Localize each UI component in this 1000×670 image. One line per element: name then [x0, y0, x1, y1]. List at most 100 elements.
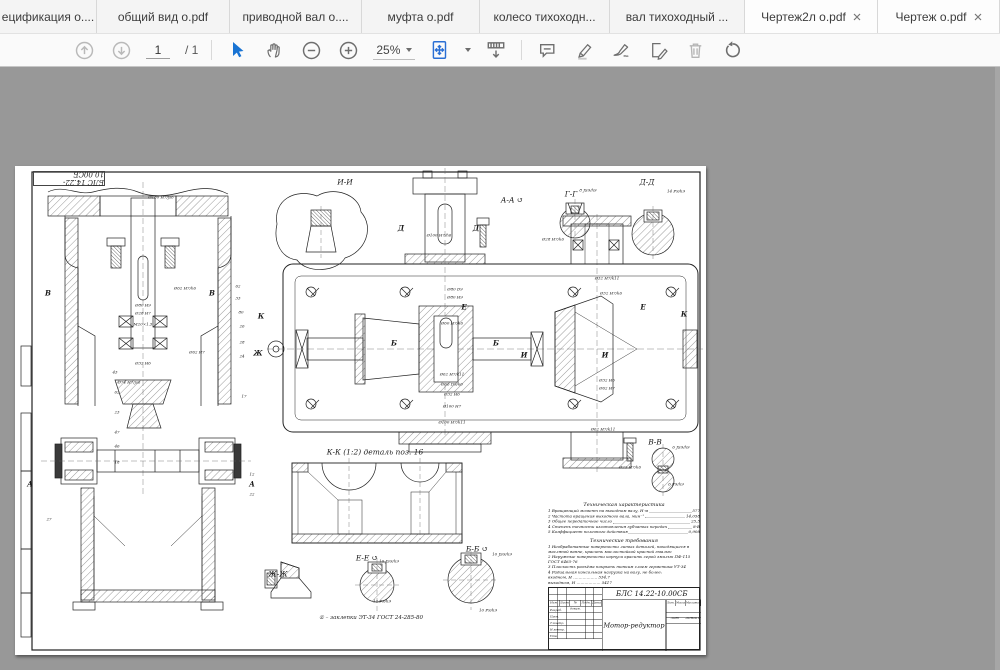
- section-letter: А: [27, 480, 33, 489]
- dimension-label: 12 P9/h9: [373, 599, 391, 604]
- tab-specification[interactable]: ецификация о....: [0, 0, 97, 33]
- edit-stamp-button[interactable]: [646, 38, 670, 62]
- balloon-number: 17: [241, 394, 246, 399]
- tab-label: Чертеж o.pdf: [895, 10, 966, 24]
- dimension-label: Ø28 H7: [135, 311, 151, 316]
- balloon-number: 43: [112, 370, 117, 375]
- chevron-down-icon[interactable]: [465, 48, 471, 52]
- dimension-label: 8 JS9/h9: [579, 188, 596, 193]
- view-label: Е-Е ↺: [356, 554, 378, 563]
- previous-page-button[interactable]: [72, 38, 96, 62]
- balloon-number: 26: [239, 324, 244, 329]
- page-display-options-button[interactable]: [428, 38, 452, 62]
- toolbar: / 1 25%: [0, 34, 1000, 67]
- section-letter: К: [681, 310, 687, 319]
- vertical-scrollbar[interactable]: [995, 67, 1000, 670]
- balloon-number: 22: [249, 492, 254, 497]
- dimension-label: 6 JS9/h9: [672, 445, 689, 450]
- annotation-layer: И-ИА-А ↺Г-ГД-ДВ-ВК-К (1:2) деталь поз. 1…: [15, 166, 706, 655]
- dimension-label: Ø32 H7/k6: [600, 291, 622, 296]
- toolbar-separator: [521, 40, 522, 60]
- balloon-number: 18: [114, 460, 119, 465]
- section-letter: Б: [493, 339, 499, 348]
- dimension-label: Ø62 H7: [189, 350, 205, 355]
- dimension-label: Ø100 H7/k11: [438, 420, 465, 425]
- trash-button[interactable]: [683, 38, 707, 62]
- dimension-label: Ø32 H6: [135, 361, 151, 366]
- tab-general-view[interactable]: общий вид o.pdf: [97, 0, 230, 33]
- balloon-number: 28: [239, 340, 244, 345]
- balloon-number: 62: [114, 390, 119, 395]
- dimension-label: Ø100 H7/h6: [427, 233, 452, 238]
- tab-label: общий вид o.pdf: [118, 10, 208, 24]
- toolbar-separator: [211, 40, 212, 60]
- balloon-number: 47: [114, 430, 119, 435]
- view-label: Ж-Ж: [268, 570, 287, 579]
- balloon-number: 23: [114, 410, 119, 415]
- tab-bar: ецификация о.... общий вид o.pdf приводн…: [0, 0, 1000, 34]
- view-label: И-И: [337, 178, 353, 187]
- dimension-label: Ø62 H7: [599, 386, 615, 391]
- page-count-label: / 1: [185, 43, 198, 57]
- tab-close-icon[interactable]: [853, 13, 861, 21]
- tab-label: колесо тихоходн...: [493, 10, 595, 24]
- section-letter: В: [45, 289, 51, 298]
- zoom-out-button[interactable]: [299, 38, 323, 62]
- tab-close-icon[interactable]: [974, 13, 982, 21]
- dimension-label: Ø60 H7/k6: [441, 321, 463, 326]
- section-letter: Д: [398, 224, 404, 233]
- balloon-number: 24: [239, 354, 244, 359]
- view-label: Д-Д: [640, 178, 655, 187]
- rotate-view-button[interactable]: [720, 38, 744, 62]
- comment-tool-button[interactable]: [535, 38, 559, 62]
- view-label: Б-Б ↺: [466, 545, 488, 554]
- dimension-label: Ø32 H6: [599, 378, 615, 383]
- tab-label: муфта o.pdf: [388, 10, 454, 24]
- dimension-label: Ø32 H6: [444, 392, 460, 397]
- balloon-number: 80: [238, 310, 243, 315]
- tab-drive-shaft[interactable]: приводной вал о....: [230, 0, 362, 33]
- zoom-level-value: 25%: [376, 43, 400, 57]
- next-page-button[interactable]: [109, 38, 133, 62]
- zoom-level-dropdown[interactable]: 25%: [373, 41, 415, 60]
- dimension-label: Ø62 H7/k11: [440, 372, 465, 377]
- section-letter: Ж: [253, 349, 262, 358]
- hand-tool-button[interactable]: [262, 38, 286, 62]
- dimension-label: Ø100 H7: [443, 404, 461, 409]
- dimension-label: 10 JS9/h9: [379, 559, 399, 564]
- tab-slow-shaft[interactable]: вал тихоходный ...: [610, 0, 745, 33]
- tab-drawing-2l[interactable]: Чертеж2л o.pdf: [745, 0, 878, 33]
- pdf-page: БЛС 14.22-10.00СБ Техническая характерис…: [15, 166, 706, 655]
- dimension-label: Ø66 D9/k6: [441, 382, 463, 387]
- view-label: В-В: [648, 438, 662, 447]
- section-letter: Д: [473, 224, 479, 233]
- tab-label: вал тихоходный ...: [626, 10, 728, 24]
- dimension-label: Ø74 H7/js6: [118, 380, 141, 385]
- tab-wheel[interactable]: колесо тихоходн...: [480, 0, 610, 33]
- section-letter: Е: [640, 303, 645, 312]
- dimension-label: 6 P9/h9: [668, 482, 684, 487]
- zoom-in-button[interactable]: [336, 38, 360, 62]
- dimension-label: Ø28 H7/k6: [542, 237, 564, 242]
- tab-label: Чертеж2л o.pdf: [761, 10, 846, 24]
- dimension-label: M20×1,5: [134, 322, 153, 327]
- section-letter: И: [521, 351, 528, 360]
- balloon-number: 27: [46, 517, 51, 522]
- page-number-input[interactable]: [146, 41, 170, 59]
- fit-width-button[interactable]: [484, 38, 508, 62]
- drawing-note: ① – заклепки ЭТ-34 ГОСТ 24-285-80: [319, 615, 423, 621]
- fill-sign-button[interactable]: [609, 38, 633, 62]
- dimension-label: Ø62 H7/h6: [174, 286, 196, 291]
- select-tool-button[interactable]: [225, 38, 249, 62]
- tab-coupling[interactable]: муфта o.pdf: [362, 0, 480, 33]
- section-letter: В: [209, 289, 215, 298]
- dimension-label: Ø62 H7/k11: [591, 427, 616, 432]
- balloon-number: 12: [249, 472, 254, 477]
- dimension-label: Ø32 H7/k11: [595, 276, 620, 281]
- dimension-label: 10 JS9/h9: [492, 552, 512, 557]
- tab-drawing[interactable]: Чертеж o.pdf: [878, 0, 1000, 33]
- section-letter: А: [249, 480, 255, 489]
- view-label: К-К (1:2) деталь поз. 16: [327, 448, 424, 457]
- dimension-label: Ø80 D9: [447, 287, 462, 292]
- highlight-tool-button[interactable]: [572, 38, 596, 62]
